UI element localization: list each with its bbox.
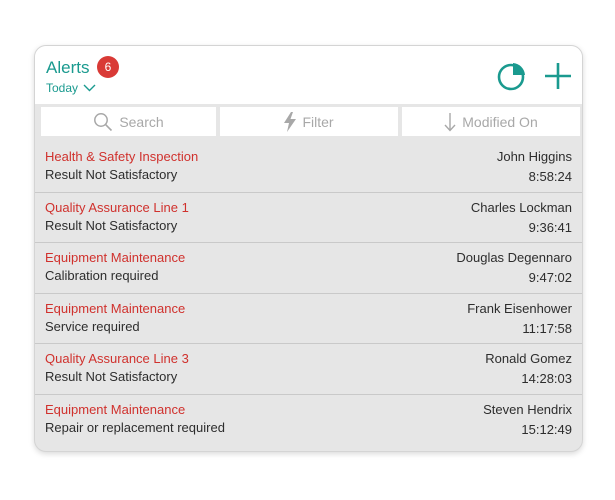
alert-title: Equipment Maintenance: [45, 401, 186, 417]
panel-title: Alerts: [46, 58, 90, 77]
sort-button[interactable]: Modified On: [402, 107, 580, 136]
list-item[interactable]: Equipment Maintenance Calibration requir…: [35, 243, 582, 294]
search-button[interactable]: Search: [41, 107, 216, 136]
alert-detail: Service required: [45, 318, 140, 334]
lightning-icon: [284, 111, 297, 132]
search-label: Search: [119, 113, 164, 130]
alert-owner: John Higgins: [496, 149, 572, 164]
alert-detail: Result Not Satisfactory: [45, 167, 178, 182]
alert-time: 15:12:49: [521, 421, 572, 437]
alert-detail: Result Not Satisfactory: [45, 369, 178, 384]
period-label: Today: [46, 81, 79, 95]
list-item[interactable]: Equipment Maintenance Service required F…: [35, 294, 582, 344]
add-alert-button[interactable]: [543, 61, 573, 91]
alert-title: Health & Safety Inspection: [45, 149, 199, 164]
alert-owner: Ronald Gomez: [485, 351, 572, 366]
period-dropdown[interactable]: Today: [46, 81, 96, 95]
alert-detail: Calibration required: [45, 268, 159, 283]
alert-title: Equipment Maintenance: [45, 250, 186, 265]
pie-chart-icon[interactable]: [496, 60, 528, 92]
filter-label: Filter: [302, 113, 334, 130]
alert-owner: Charles Lockman: [470, 199, 572, 215]
alerts-list: Health & Safety Inspection Result Not Sa…: [35, 142, 582, 446]
filter-button[interactable]: Filter: [220, 107, 398, 136]
alert-title: Equipment Maintenance: [45, 300, 186, 316]
alert-time: 11:17:58: [522, 320, 572, 336]
chevron-down-icon: [83, 84, 96, 92]
alert-detail: Result Not Satisfactory: [45, 217, 178, 233]
alert-time: 9:36:41: [528, 219, 572, 235]
search-icon: [93, 112, 113, 132]
alert-time: 8:58:24: [528, 169, 572, 184]
list-item[interactable]: Equipment Maintenance Repair or replacem…: [35, 395, 582, 446]
list-item[interactable]: Quality Assurance Line 3 Result Not Sati…: [35, 344, 582, 395]
list-toolbar: Search Filter Modified On: [35, 106, 582, 138]
alert-owner: Frank Eisenhower: [467, 300, 572, 316]
sort-label: Modified On: [462, 113, 538, 130]
alert-title: Quality Assurance Line 3: [45, 351, 189, 366]
alert-title: Quality Assurance Line 1: [45, 199, 189, 215]
alert-detail: Repair or replacement required: [45, 419, 225, 435]
alerts-panel: Alerts 6 Today Search Filter Modified On…: [34, 45, 583, 452]
list-item[interactable]: Quality Assurance Line 1 Result Not Sati…: [35, 193, 582, 243]
arrow-down-icon: [444, 112, 456, 132]
alert-owner: Douglas Degennaro: [456, 250, 572, 265]
alert-count-badge: 6: [97, 56, 119, 78]
plus-icon: [545, 63, 571, 89]
alert-time: 14:28:03: [521, 371, 572, 386]
alert-time: 9:47:02: [528, 270, 572, 285]
alert-owner: Steven Hendrix: [483, 401, 572, 417]
list-item[interactable]: Health & Safety Inspection Result Not Sa…: [35, 142, 582, 193]
panel-header: Alerts 6 Today: [35, 46, 582, 104]
